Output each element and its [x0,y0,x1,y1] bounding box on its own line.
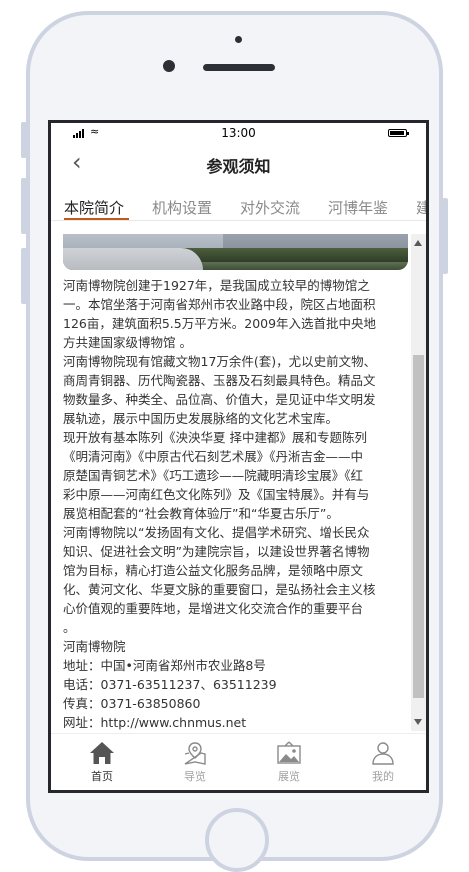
proximity-sensor [235,36,242,43]
article-line: 彩中原——河南红色文化陈列》及《国宝特展》。并有与 [63,487,370,502]
page-title: 参观须知 [206,157,271,176]
status-time: 13:00 [221,126,256,140]
article-line: 化、黄河文化、华夏文脉的重要窗口，是弘扬社会主义核 [63,582,376,597]
bottom-nav-guide[interactable]: 导览 [165,734,225,790]
article-line: 心价值观的重要阵地，是增进文化交流合作的重要平台 [63,601,364,616]
picture-icon [277,741,301,764]
article-line: 126亩，建筑面积5.5万平方米。2009年入选首批中央地 [63,316,377,331]
tab-exchange[interactable]: 对外交流 [240,197,300,218]
article-line: 现开放有基本陈列《泱泱华夏 择中建都》展和专题陈列 [63,430,367,445]
bottom-nav-exhibition[interactable]: 展览 [259,734,319,790]
article-line: 河南博物院创建于1927年，是我国成立较早的博物馆之 [63,278,370,293]
side-button-power [442,198,448,274]
article-line: 馆为目标，精心打造公益文化服务品牌，是领略中原文 [63,563,364,578]
bottom-nav-home-label: 首页 [91,770,113,783]
navigation-bar: ‹ 参观须知 [51,145,426,181]
article-line: 商周青铜器、历代陶瓷器、玉器及石刻最具特色。精品文 [63,373,376,388]
bottom-nav-home[interactable]: 首页 [72,734,132,790]
tab-yearbook[interactable]: 河博年鉴 [328,197,388,218]
home-icon [90,742,114,764]
tab-construction[interactable]: 建 [416,197,426,218]
museum-fax: 传真：0371-63850860 [63,696,201,711]
article-line: 河南博物院以“发扬固有文化、提倡学术研究、增长民众 [63,525,370,540]
article-scroll-area[interactable]: 河南博物院创建于1927年，是我国成立较早的博物馆之 一。本馆坐落于河南省郑州市… [51,234,411,731]
museum-address: 地址：中国•河南省郑州市农业路8号 [63,658,266,673]
article-line: 知识、促进社会文明”为建院宗旨，以建设世界著名博物 [63,544,370,559]
article-line: 原楚国青铜艺术》《巧工遗珍——院藏明清珍宝展》《红 [63,468,364,483]
tab-divider [51,220,426,221]
bottom-nav-guide-label: 导览 [184,770,206,783]
article-line: 河南博物院现有馆藏文物17万余件(套)，尤以史前文物、 [63,354,377,369]
museum-phone: 电话：0371-63511237、63511239 [63,677,277,692]
home-button[interactable] [205,808,269,872]
bottom-nav-exhibition-label: 展览 [278,770,300,783]
earpiece-speaker [203,64,275,71]
article-line: 方共建国家级博物馆 。 [63,335,192,350]
user-icon [372,742,394,765]
tab-organization[interactable]: 机构设置 [152,197,212,218]
side-button-mute [21,122,27,158]
bottom-tab-bar: 首页 导览 展览 我的 [51,733,426,790]
article-line: 《明清河南》《中原古代石刻艺术展》《丹淅吉金——中 [63,449,364,464]
article-line: 展轨迹，展示中国历史发展脉络的文化艺术宝库。 [63,411,339,426]
museum-banner-image [63,234,408,270]
battery-icon [388,129,409,137]
phone-screen: ≈ 13:00 ‹ 参观须知 本院简介 机构设置 对外交流 河博年鉴 建 河南博… [48,120,429,793]
scrollbar-thumb[interactable] [413,355,424,698]
scroll-down-arrow-icon[interactable] [414,719,422,725]
side-button-volume-down [21,248,27,304]
side-button-volume-up [21,178,27,234]
article-line: 。 [63,620,76,635]
category-tabs: 本院简介 机构设置 对外交流 河博年鉴 建 [51,189,426,221]
vertical-scrollbar[interactable] [411,234,426,731]
museum-website[interactable]: 网址：http://www.chnmus.net [63,713,408,731]
bottom-nav-profile[interactable]: 我的 [353,734,413,790]
tab-introduction[interactable]: 本院简介 [64,197,124,218]
map-pin-icon [184,742,206,765]
article-line: 物数量多、种类全、品位高、价值大，是见证中华文明发 [63,392,376,407]
article-line: 一。本馆坐落于河南省郑州市农业路中段，院区占地面积 [63,297,376,312]
scroll-up-arrow-icon[interactable] [414,240,422,246]
article-body: 河南博物院创建于1927年，是我国成立较早的博物馆之 一。本馆坐落于河南省郑州市… [63,276,408,731]
front-camera [163,60,175,72]
status-bar: ≈ 13:00 [51,123,426,145]
article-line: 展览相配套的“社会教育体验厅”和“华夏古乐厅”。 [63,506,339,521]
bottom-nav-profile-label: 我的 [372,770,394,783]
museum-name: 河南博物院 [63,639,126,654]
